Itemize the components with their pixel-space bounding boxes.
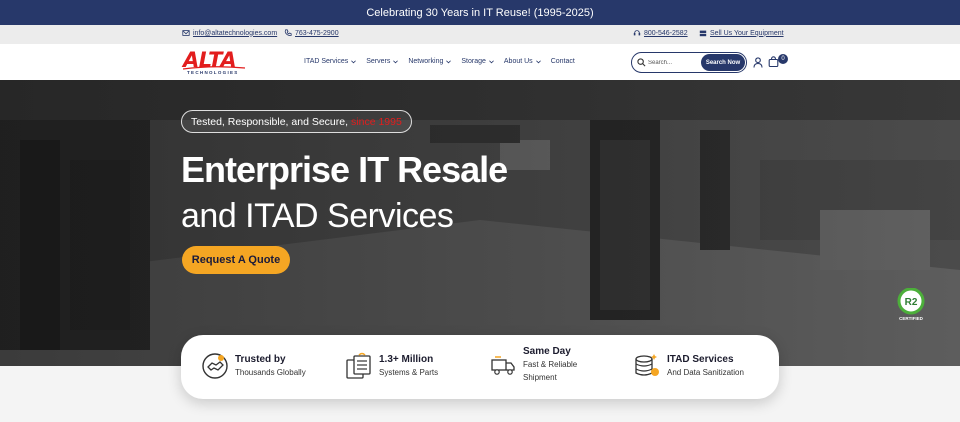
alta-logo[interactable]: ALTA TECHNOLOGIES	[183, 49, 249, 77]
headset-icon	[633, 30, 641, 36]
nav-item-label: Contact	[550, 58, 575, 65]
request-quote-button[interactable]: Request A Quote	[182, 246, 290, 274]
feature-title: Trusted by	[235, 354, 286, 365]
hero-section: Tested, Responsible, and Secure, since 1…	[0, 80, 960, 366]
hero-title-line2: and ITAD Services	[181, 197, 454, 235]
hero-overlay	[0, 80, 960, 366]
phone-tollfree-link[interactable]: 800-546-2582	[633, 29, 688, 37]
server-rack-icon	[699, 30, 707, 37]
nav-item-label: Storage	[461, 58, 486, 65]
feature-subtitle-line2: Shipment	[523, 373, 557, 382]
nav-item-storage[interactable]: Storage	[461, 58, 494, 65]
feature-shipping: Same Day Fast & Reliable Shipment	[489, 345, 577, 384]
tagline-highlight: since 1995	[351, 115, 402, 128]
feature-title: 1.3+ Million	[379, 354, 434, 365]
badge-bottom-text: CERTIFIED	[899, 316, 924, 321]
utility-bar: info@altatechnologies.com 763-475-2900 8…	[0, 25, 960, 44]
logo-tagline: TECHNOLOGIES	[187, 70, 239, 75]
search-icon	[637, 58, 646, 67]
feature-trusted: Trusted by Thousands Globally	[201, 352, 306, 380]
feature-subtitle: Fast & Reliable	[523, 360, 578, 369]
feature-subtitle: Systems & Parts	[379, 368, 439, 377]
sell-equipment-text: Sell Us Your Equipment	[710, 29, 784, 37]
nav-item-label: About Us	[503, 58, 533, 65]
chevron-down-icon	[489, 59, 494, 63]
nav-item-label: ITAD Services	[304, 58, 349, 65]
features-card: Trusted by Thousands Globally 1.3+ Milli…	[181, 335, 779, 399]
feature-subtitle: Thousands Globally	[235, 368, 306, 377]
handshake-icon	[202, 353, 228, 379]
badge-top-text: R2	[905, 297, 918, 308]
search-input[interactable]	[648, 56, 698, 69]
nav-item-itad-services[interactable]: ITAD Services	[304, 58, 357, 65]
email-link[interactable]: info@altatechnologies.com	[182, 29, 277, 37]
sell-equipment-link[interactable]: Sell Us Your Equipment	[699, 29, 784, 37]
server-icon	[346, 352, 371, 379]
chevron-down-icon	[393, 59, 399, 63]
nav-item-networking[interactable]: Networking	[408, 58, 452, 65]
announcement-text: Celebrating 30 Years in IT Reuse! (1995-…	[366, 6, 594, 19]
hero-tagline-pill: Tested, Responsible, and Secure, since 1…	[181, 110, 412, 133]
search-now-button[interactable]: Search Now	[701, 54, 745, 71]
feature-systems: 1.3+ Million Systems & Parts	[345, 352, 438, 380]
chevron-down-icon	[446, 59, 452, 63]
hero-title-line1: Enterprise IT Resale	[181, 149, 508, 190]
search-box: Search Now	[631, 52, 747, 73]
chevron-down-icon	[351, 59, 357, 63]
announcement-bar: Celebrating 30 Years in IT Reuse! (1995-…	[0, 0, 960, 25]
database-icon	[635, 354, 659, 376]
phone-local-link[interactable]: 763-475-2900	[284, 29, 339, 37]
nav-item-label: Networking	[408, 58, 444, 65]
r2-certified-badge: R2 CERTIFIED	[897, 288, 925, 321]
cart-count-badge: 0	[778, 54, 788, 64]
feature-itad: ITAD Services And Data Sanitization	[633, 352, 744, 380]
feature-subtitle: And Data Sanitization	[667, 368, 744, 377]
phone-icon	[284, 29, 292, 36]
feature-title: Same Day	[523, 346, 571, 357]
chevron-down-icon	[535, 59, 541, 63]
mail-icon	[182, 30, 190, 36]
nav-item-label: Servers	[366, 58, 391, 65]
phone-tollfree-text: 800-546-2582	[644, 29, 688, 37]
tagline-text: Tested, Responsible, and Secure,	[191, 115, 349, 128]
main-navigation: ALTA TECHNOLOGIES ITAD Services Servers …	[0, 44, 960, 80]
delivery-truck-icon	[491, 355, 515, 375]
nav-item-servers[interactable]: Servers	[366, 58, 399, 65]
nav-item-about-us[interactable]: About Us	[504, 58, 541, 65]
nav-item-contact[interactable]: Contact	[551, 58, 575, 65]
user-account-icon[interactable]	[753, 57, 763, 68]
feature-title: ITAD Services	[667, 354, 734, 365]
phone-local-text: 763-475-2900	[295, 29, 339, 37]
email-text: info@altatechnologies.com	[193, 29, 278, 37]
nav-menu: ITAD Services Servers Networking Storage…	[304, 58, 575, 65]
